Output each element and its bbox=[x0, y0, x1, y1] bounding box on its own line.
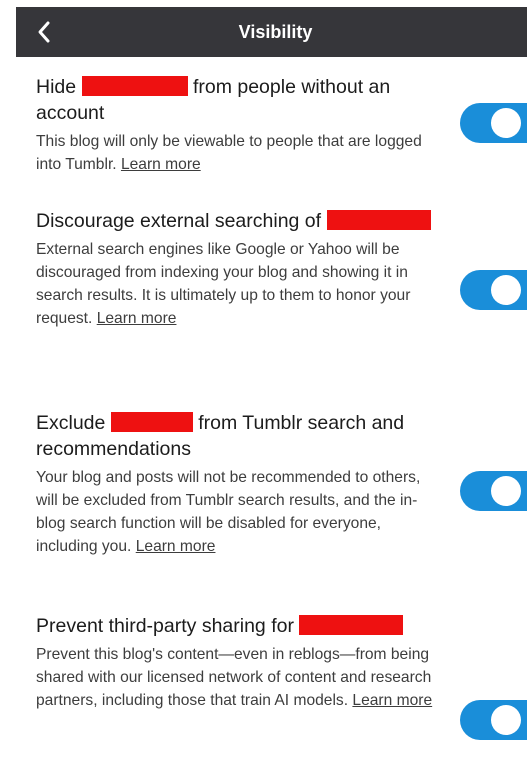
page-title: Visibility bbox=[238, 22, 313, 42]
setting-title: Discourage external searching of bbox=[36, 208, 436, 234]
toggle-knob bbox=[491, 108, 521, 138]
hide-from-logged-out-toggle[interactable] bbox=[460, 103, 527, 143]
exclude-from-tumblr-search-toggle[interactable] bbox=[460, 471, 527, 511]
setting-description: Your blog and posts will not be recommen… bbox=[36, 469, 421, 555]
learn-more-link[interactable]: Learn more bbox=[121, 156, 201, 173]
toggle-knob bbox=[491, 275, 521, 305]
setting-hide-from-logged-out: Hide from people without an account This… bbox=[36, 74, 436, 176]
setting-title: Hide from people without an account bbox=[36, 76, 391, 124]
setting-description: Prevent this blog's content—even in rebl… bbox=[36, 646, 433, 709]
redacted-blog-name bbox=[110, 412, 193, 432]
setting-exclude-from-tumblr-search: Exclude from Tumblr search and recommend… bbox=[36, 410, 436, 558]
learn-more-link[interactable]: Learn more bbox=[97, 310, 177, 327]
redacted-blog-name bbox=[299, 615, 404, 635]
setting-prevent-third-party-sharing: Prevent third-party sharing for Prevent … bbox=[36, 613, 436, 712]
top-bar: Visibility bbox=[16, 7, 527, 57]
prevent-third-party-sharing-toggle[interactable] bbox=[460, 700, 527, 740]
learn-more-link[interactable]: Learn more bbox=[136, 538, 216, 555]
setting-description: External search engines like Google or Y… bbox=[36, 241, 411, 327]
toggle-knob bbox=[491, 476, 521, 506]
setting-discourage-search: Discourage external searching of Externa… bbox=[36, 208, 436, 330]
redacted-blog-name bbox=[326, 210, 431, 230]
setting-title: Exclude from Tumblr search and recommend… bbox=[36, 412, 405, 460]
redacted-blog-name bbox=[81, 76, 188, 96]
learn-more-link[interactable]: Learn more bbox=[352, 692, 432, 709]
discourage-search-toggle[interactable] bbox=[460, 270, 527, 310]
toggle-knob bbox=[491, 705, 521, 735]
setting-description: This blog will only be viewable to peopl… bbox=[36, 133, 422, 173]
setting-title: Prevent third-party sharing for bbox=[36, 613, 436, 639]
